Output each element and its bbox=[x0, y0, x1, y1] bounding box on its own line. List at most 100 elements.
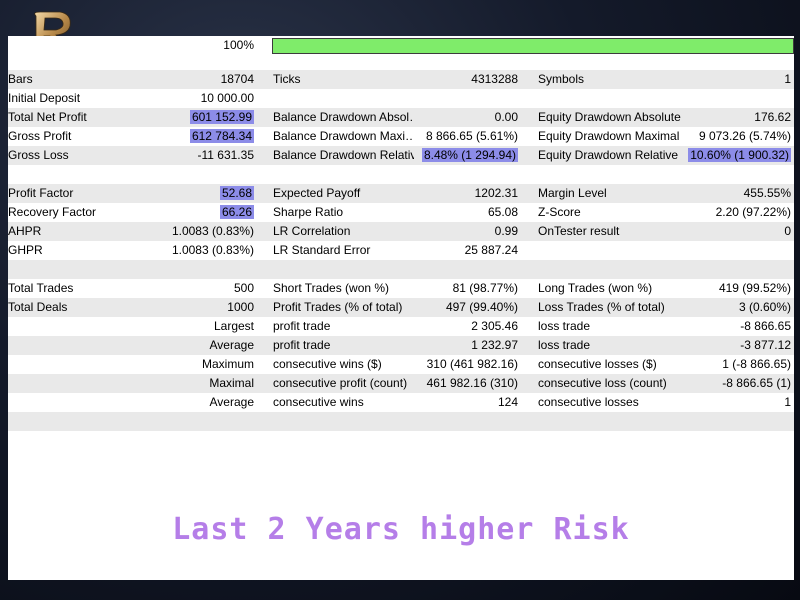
table-row: Total Trades 500 Short Trades (won %) 81 (9… bbox=[8, 279, 794, 298]
trade-group-label: Largest bbox=[213, 319, 254, 333]
stat-label: AHPR bbox=[8, 224, 42, 238]
progress-row: 100% bbox=[8, 36, 794, 55]
stat-label: Long Trades (won %) bbox=[538, 281, 653, 295]
spacer-row bbox=[8, 165, 794, 184]
stat-value: 2.20 (97.22%) bbox=[715, 205, 791, 219]
stat-label: Initial Deposit bbox=[8, 91, 81, 105]
stat-value: 1202.31 bbox=[474, 186, 518, 200]
stat-value: 1 (-8 866.65) bbox=[722, 357, 791, 371]
trade-group-label: Maximum bbox=[201, 357, 254, 371]
stat-label: Profit Factor bbox=[8, 186, 74, 200]
stat-value bbox=[688, 89, 791, 108]
trade-group-label: Average bbox=[209, 338, 254, 352]
stat-label: Recovery Factor bbox=[8, 205, 97, 219]
stat-value: 497 (99.40%) bbox=[445, 300, 518, 314]
stat-label: Ticks bbox=[273, 72, 301, 86]
stat-label: Gross Profit bbox=[8, 129, 72, 143]
stat-value: 500 bbox=[233, 281, 254, 295]
stat-value: 310 (461 982.16) bbox=[426, 357, 518, 371]
strategy-tester-report: 100% Bars 18704 Ticks 4313288 Symbols 1 Initia… bbox=[8, 36, 794, 580]
table-row: Initial Deposit 10 000.00 bbox=[8, 89, 794, 108]
stat-value bbox=[418, 89, 518, 108]
stat-value: 455.55% bbox=[743, 186, 791, 200]
stat-value: 0 bbox=[784, 224, 791, 238]
stat-label: GHPR bbox=[8, 243, 43, 257]
stat-value: 124 bbox=[497, 395, 518, 409]
stat-value: 81 (98.77%) bbox=[452, 281, 518, 295]
stat-value-highlighted: 601 152.99 bbox=[189, 110, 254, 124]
stat-value: 1 232.97 bbox=[471, 338, 518, 352]
stat-label: Z-Score bbox=[538, 205, 581, 219]
stat-label: Bars bbox=[8, 72, 33, 86]
stat-label: Expected Payoff bbox=[273, 186, 361, 200]
stat-value: 1.0083 (0.83%) bbox=[171, 243, 254, 257]
stat-label: Balance Drawdown Absol… bbox=[273, 110, 414, 124]
stat-label: Gross Loss bbox=[8, 148, 69, 162]
stat-label bbox=[538, 89, 684, 108]
stat-value: -8 866.65 (1) bbox=[722, 376, 791, 390]
stat-label bbox=[538, 241, 684, 260]
stat-value: 1000 bbox=[227, 300, 254, 314]
table-row: Bars 18704 Ticks 4313288 Symbols 1 bbox=[8, 70, 794, 89]
stat-label: consecutive wins bbox=[273, 395, 364, 409]
stat-value-highlighted: 10.60% (1 900.32) bbox=[688, 148, 791, 162]
stat-value: 4313288 bbox=[471, 72, 518, 86]
table-row: Total Deals 1000 Profit Trades (% of total… bbox=[8, 298, 794, 317]
table-row: Profit Factor 52.68 Expected Payoff 1202.31… bbox=[8, 184, 794, 203]
table-row: Gross Profit 612 784.34 Balance Drawdown M… bbox=[8, 127, 794, 146]
stat-value: -8 866.65 bbox=[740, 319, 791, 333]
table-row: Largest profit trade 2 305.46 loss trade -8 … bbox=[8, 317, 794, 336]
stat-value-highlighted: 66.26 bbox=[219, 205, 254, 219]
table-row: Average profit trade 1 232.97 loss trade -3 … bbox=[8, 336, 794, 355]
stat-value-highlighted: 612 784.34 bbox=[189, 129, 254, 143]
stat-value: 9 073.26 (5.74%) bbox=[698, 129, 791, 143]
stat-label: Short Trades (won %) bbox=[273, 281, 390, 295]
stat-value: 25 887.24 bbox=[464, 243, 518, 257]
stat-value: 419 (99.52%) bbox=[718, 281, 791, 295]
stat-label: Margin Level bbox=[538, 186, 607, 200]
stat-label: Equity Drawdown Relative bbox=[538, 148, 679, 162]
stat-label: profit trade bbox=[273, 319, 331, 333]
stat-label: LR Standard Error bbox=[273, 243, 371, 257]
stat-label: Sharpe Ratio bbox=[273, 205, 344, 219]
table-row: Recovery Factor 66.26 Sharpe Ratio 65.08 Z-S… bbox=[8, 203, 794, 222]
stat-label: LR Correlation bbox=[273, 224, 351, 238]
stat-label: Balance Drawdown Maxi… bbox=[273, 129, 414, 143]
stat-value: 2 305.46 bbox=[471, 319, 518, 333]
stat-value: 1.0083 (0.83%) bbox=[171, 224, 254, 238]
trade-group-label: Maximal bbox=[209, 376, 254, 390]
stat-label: consecutive loss (count) bbox=[538, 376, 667, 390]
trade-group-label: Average bbox=[209, 395, 254, 409]
caption-text: Last 2 Years higher Risk bbox=[172, 512, 630, 547]
stat-label: profit trade bbox=[273, 338, 331, 352]
stat-label: consecutive losses bbox=[538, 395, 639, 409]
stat-value: 3 (0.60%) bbox=[738, 300, 791, 314]
stat-value: 176.62 bbox=[754, 110, 791, 124]
stat-value bbox=[688, 241, 791, 260]
stat-value: 461 982.16 (310) bbox=[426, 376, 518, 390]
stat-label: consecutive wins ($) bbox=[273, 357, 382, 371]
progress-bar bbox=[272, 38, 794, 54]
stat-value: 0.00 bbox=[494, 110, 518, 124]
stat-label: OnTester result bbox=[538, 224, 620, 238]
stat-label: Loss Trades (% of total) bbox=[538, 300, 665, 314]
table-row: Total Net Profit 601 152.99 Balance Drawdo… bbox=[8, 108, 794, 127]
stat-value: 1 bbox=[784, 395, 791, 409]
stat-value: 0.99 bbox=[494, 224, 518, 238]
table-row: Maximum consecutive wins ($) 310 (461 982.… bbox=[8, 355, 794, 374]
stat-label bbox=[273, 89, 414, 108]
spacer-row bbox=[8, 260, 794, 279]
stat-label: loss trade bbox=[538, 319, 591, 333]
table-row: Gross Loss -11 631.35 Balance Drawdown Rel… bbox=[8, 146, 794, 165]
table-row: AHPR 1.0083 (0.83%) LR Correlation 0.99 OnTe… bbox=[8, 222, 794, 241]
stat-value-highlighted: 52.68 bbox=[219, 186, 254, 200]
progress-percent: 100% bbox=[223, 38, 254, 52]
stat-label: Balance Drawdown Relative bbox=[273, 148, 414, 162]
stat-label: Total Deals bbox=[8, 300, 68, 314]
stat-label: consecutive profit (count) bbox=[273, 376, 408, 390]
stat-label: Total Trades bbox=[8, 281, 74, 295]
stat-label: Symbols bbox=[538, 72, 585, 86]
stat-label: Total Net Profit bbox=[8, 110, 87, 124]
stat-value: 65.08 bbox=[487, 205, 518, 219]
stat-label: consecutive losses ($) bbox=[538, 357, 657, 371]
